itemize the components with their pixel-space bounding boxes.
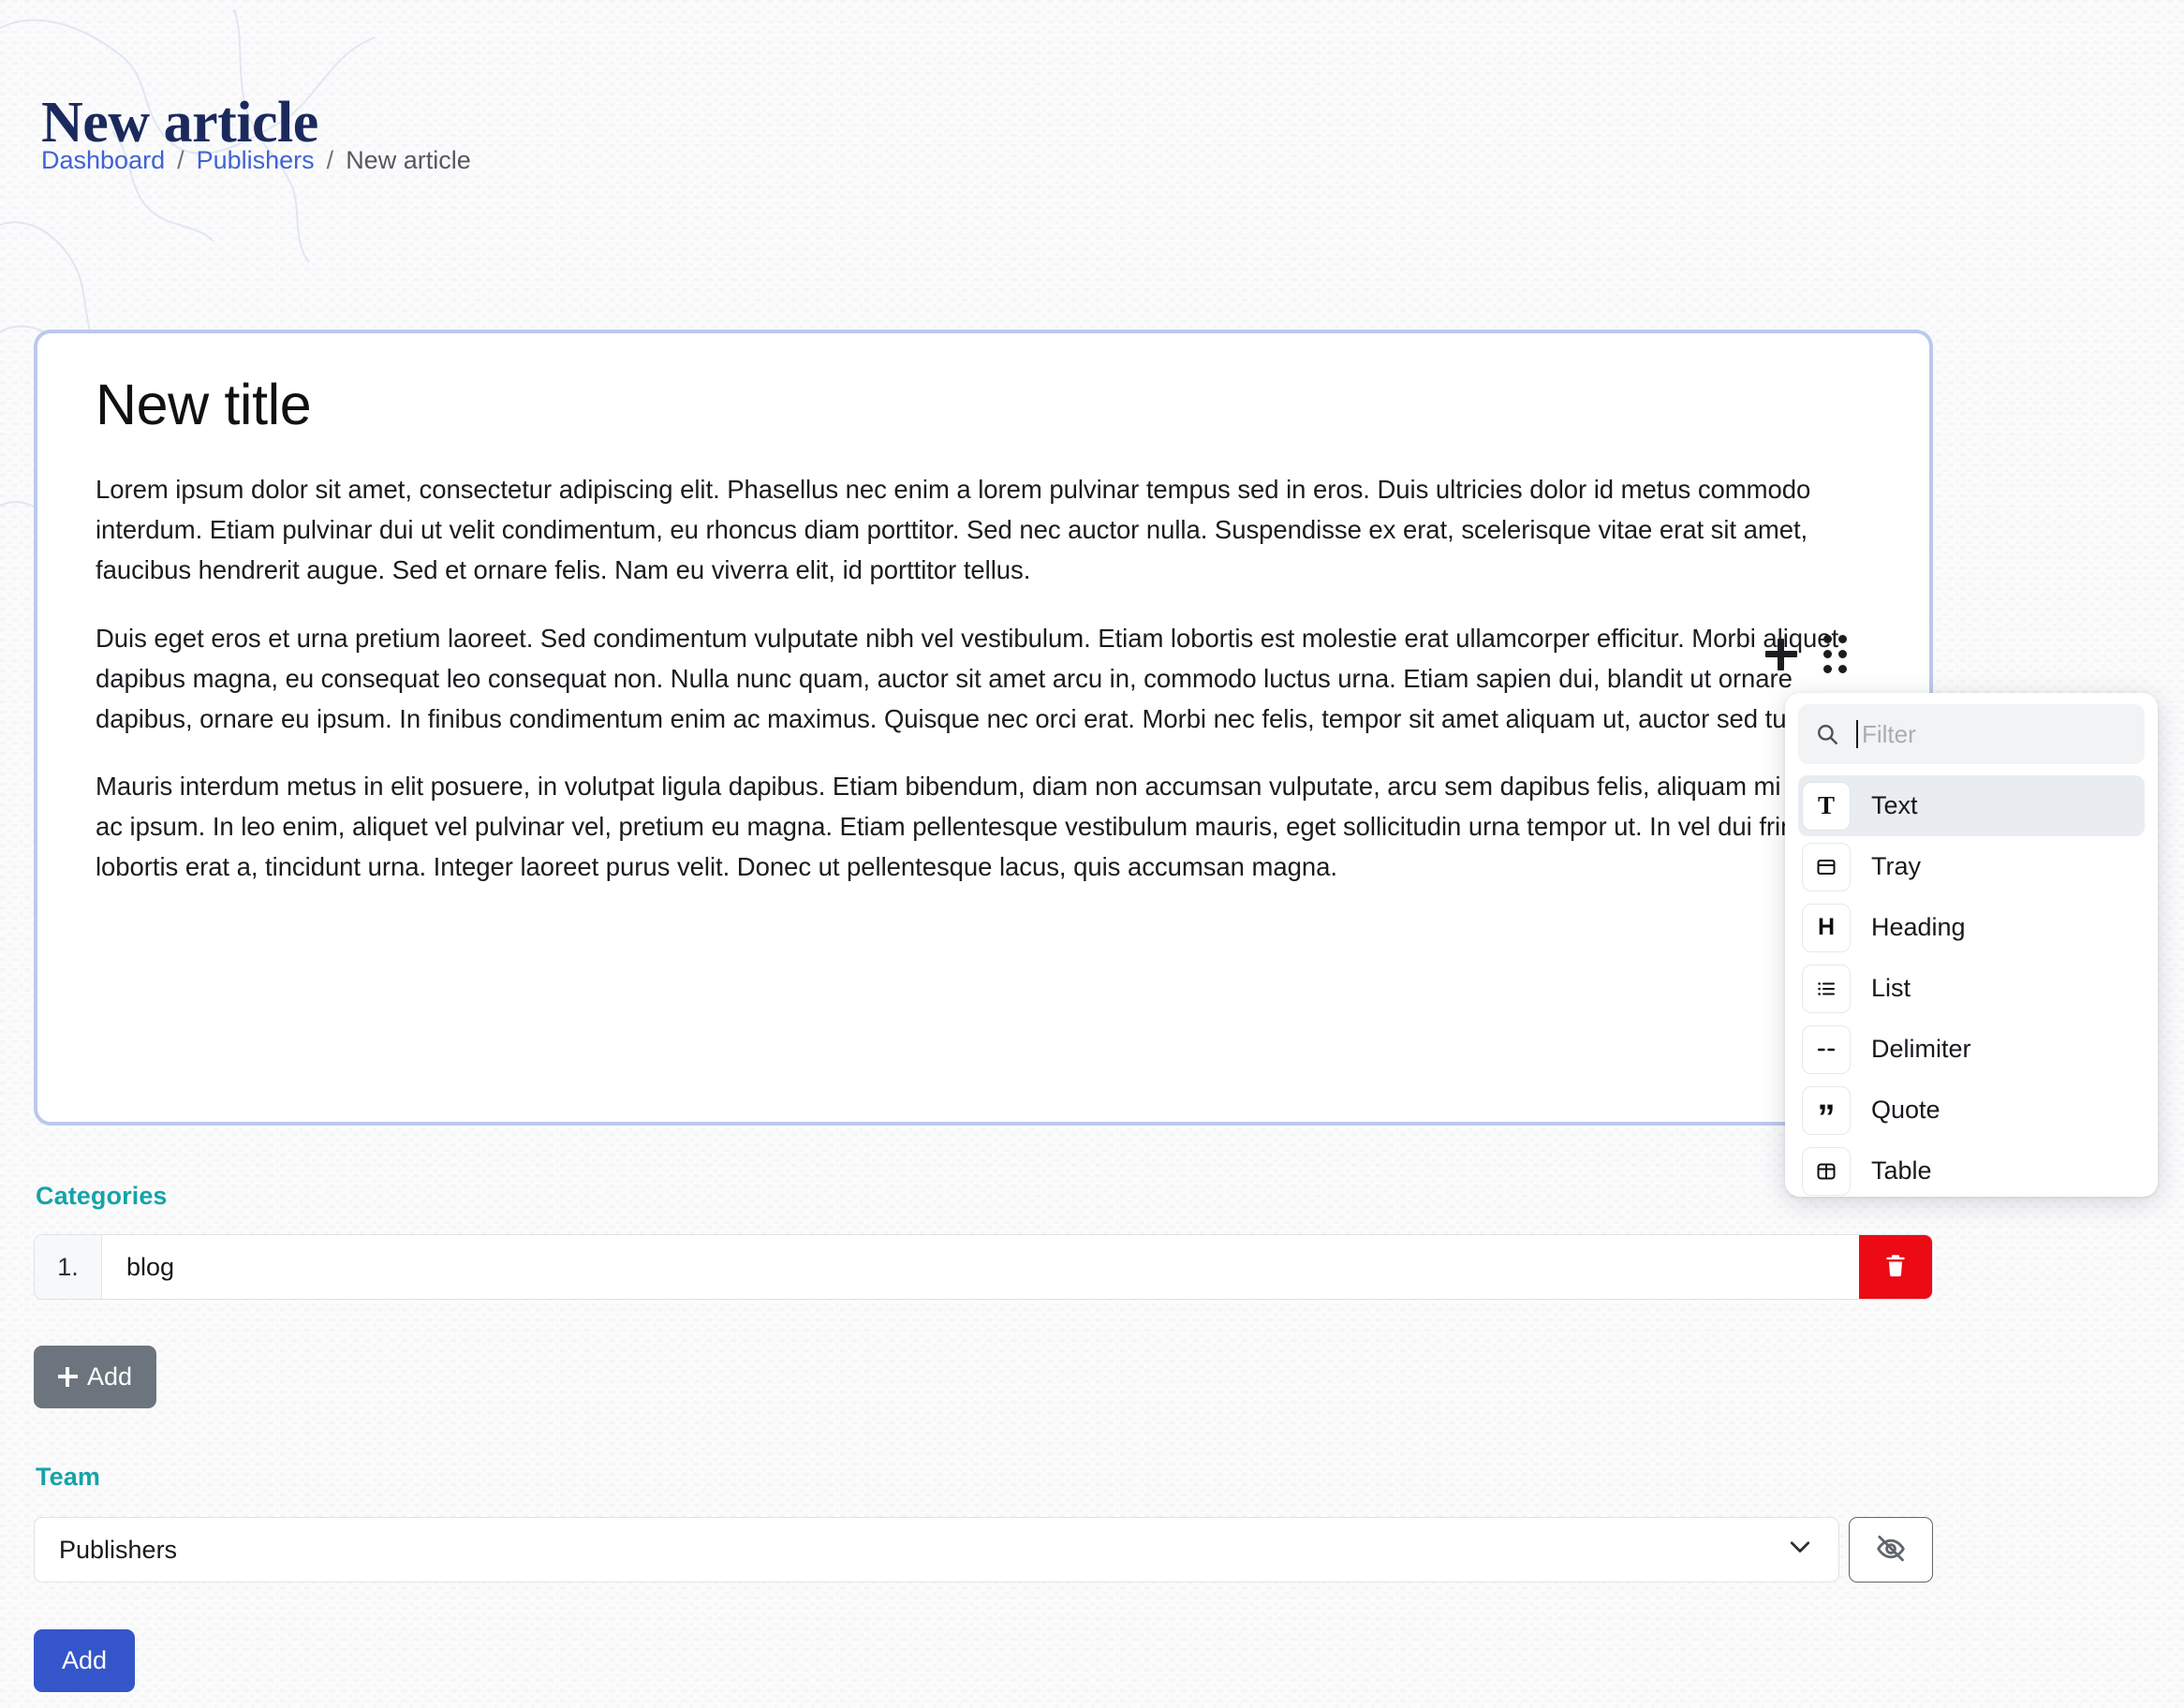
search-icon (1815, 722, 1839, 746)
block-option-label: List (1871, 974, 1911, 1002)
breadcrumb-current: New article (346, 146, 471, 174)
editor-paragraph-block[interactable]: Duis eget eros et urna pretium laoreet. … (96, 619, 1877, 740)
team-selected-value: Publishers (59, 1535, 178, 1564)
block-toolbar (1765, 635, 1847, 673)
block-option-heading[interactable]: H Heading (1798, 897, 2145, 958)
block-option-label: Text (1871, 791, 1918, 819)
drag-handle-icon[interactable] (1823, 635, 1847, 673)
team-select[interactable]: Publishers (34, 1517, 1839, 1583)
editor-content[interactable]: New title Lorem ipsum dolor sit amet, co… (37, 333, 1929, 1122)
delimiter-icon (1802, 1024, 1851, 1074)
editor-paragraph-block[interactable]: Mauris interdum metus in elit posuere, i… (96, 767, 1877, 888)
block-option-label: Heading (1871, 913, 1966, 941)
add-category-button[interactable]: Add (34, 1346, 157, 1408)
team-row: Publishers (34, 1517, 1933, 1583)
block-option-quote[interactable]: ” Quote (1798, 1080, 2145, 1141)
breadcrumb: Dashboard / Publishers / New article (41, 146, 471, 175)
block-option-tray[interactable]: Tray (1798, 836, 2145, 897)
editor-paragraph-block[interactable]: Lorem ipsum dolor sit amet, consectetur … (96, 470, 1877, 591)
tray-icon (1802, 842, 1851, 891)
plus-icon (58, 1367, 78, 1387)
category-input[interactable] (102, 1235, 1859, 1299)
editor-title-block[interactable]: New title (96, 375, 1877, 434)
breadcrumb-separator: / (326, 146, 334, 174)
block-option-text[interactable]: T Text (1798, 775, 2145, 836)
category-row: 1. (34, 1234, 1933, 1300)
block-option-label: Quote (1871, 1096, 1941, 1124)
block-option-delimiter[interactable]: Delimiter (1798, 1019, 2145, 1080)
trash-icon (1881, 1252, 1910, 1283)
breadcrumb-link-publishers[interactable]: Publishers (197, 146, 315, 175)
add-category-label: Add (87, 1362, 133, 1391)
block-option-table[interactable]: Table (1798, 1141, 2145, 1197)
heading-icon: H (1802, 903, 1851, 952)
team-label: Team (36, 1463, 100, 1491)
block-filter-field[interactable]: Filter (1856, 720, 2128, 749)
breadcrumb-link-dashboard[interactable]: Dashboard (41, 146, 165, 175)
categories-label: Categories (36, 1182, 168, 1210)
block-filter-search[interactable]: Filter (1798, 704, 2145, 764)
submit-add-button[interactable]: Add (34, 1629, 136, 1692)
text-caret (1856, 720, 1858, 748)
toggle-team-visibility-button[interactable] (1849, 1517, 1933, 1583)
block-option-label: Table (1871, 1156, 1932, 1185)
block-filter-placeholder: Filter (1862, 719, 1916, 748)
delete-category-button[interactable] (1859, 1235, 1932, 1299)
block-option-list[interactable]: List (1798, 958, 2145, 1019)
text-icon: T (1802, 781, 1851, 831)
chevron-down-icon (1786, 1533, 1814, 1568)
block-option-label: Tray (1871, 852, 1921, 880)
breadcrumb-separator: / (177, 146, 184, 174)
block-type-popup[interactable]: Filter T Text Tray H Heading List Delimi… (1785, 693, 2158, 1197)
page-title: New article (41, 90, 318, 155)
block-option-label: Delimiter (1871, 1035, 1971, 1063)
table-icon (1802, 1146, 1851, 1196)
list-icon (1802, 964, 1851, 1013)
article-editor[interactable]: New title Lorem ipsum dolor sit amet, co… (34, 330, 1933, 1126)
eye-off-icon (1875, 1533, 1907, 1568)
quote-icon: ” (1802, 1085, 1851, 1136)
category-index: 1. (35, 1235, 102, 1299)
add-block-icon[interactable] (1765, 638, 1797, 670)
